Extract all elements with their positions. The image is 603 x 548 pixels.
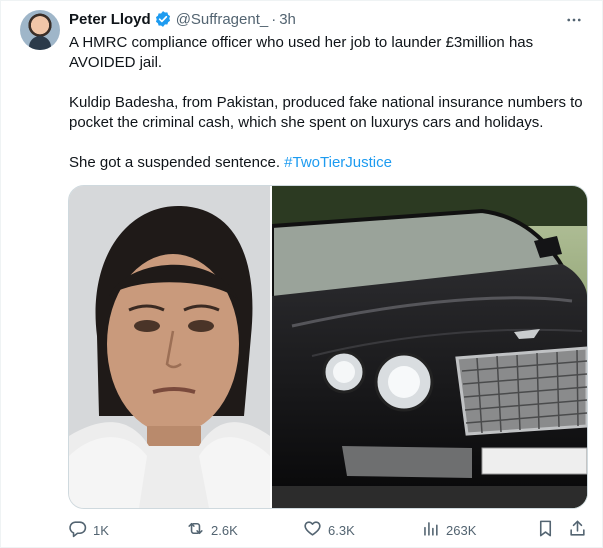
reply-count: 1K <box>93 522 109 538</box>
tweet-header: Peter Lloyd @Suffragent_ · 3h <box>69 9 296 29</box>
avatar[interactable] <box>20 10 60 50</box>
author-name[interactable]: Peter Lloyd <box>69 11 151 28</box>
media-grid <box>68 185 588 509</box>
author-handle[interactable]: @Suffragent_ <box>176 11 269 28</box>
like-count: 6.3K <box>328 522 355 538</box>
share-icon <box>568 519 593 541</box>
like-button[interactable]: 6.3K <box>303 520 355 540</box>
separator-dot: · <box>271 10 277 28</box>
car-photo[interactable] <box>272 186 587 508</box>
bookmark-icon <box>536 519 561 541</box>
views-button[interactable]: 263K <box>421 520 476 540</box>
tweet-paragraph-3: She got a suspended sentence. #TwoTierJu… <box>69 153 594 173</box>
hashtag-link[interactable]: #TwoTierJustice <box>284 154 392 171</box>
mugshot-photo[interactable] <box>69 186 270 508</box>
tweet-paragraph-3-text: She got a suspended sentence. <box>69 154 285 171</box>
more-options-icon[interactable] <box>563 10 585 30</box>
repost-count: 2.6K <box>211 522 238 538</box>
tweet-text: A HMRC compliance officer who used her j… <box>69 33 594 173</box>
repost-icon <box>186 519 211 541</box>
heart-icon <box>303 519 328 541</box>
tweet-paragraph-1: A HMRC compliance officer who used her j… <box>69 34 534 71</box>
tweet-actions: 1K 2.6K 6.3K 263K <box>68 520 593 540</box>
tweet-card[interactable]: Peter Lloyd @Suffragent_ · 3h A HMRC com… <box>0 0 603 548</box>
repost-button[interactable]: 2.6K <box>186 520 238 540</box>
analytics-icon <box>421 519 446 541</box>
reply-icon <box>68 519 93 541</box>
tweet-paragraph-2: Kuldip Badesha, from Pakistan, produced … <box>69 94 583 131</box>
bookmark-button[interactable] <box>536 520 561 540</box>
verified-badge-icon <box>154 10 172 28</box>
views-count: 263K <box>446 522 477 538</box>
tweet-time[interactable]: 3h <box>279 11 296 28</box>
share-button[interactable] <box>568 520 593 540</box>
reply-button[interactable]: 1K <box>68 520 109 540</box>
